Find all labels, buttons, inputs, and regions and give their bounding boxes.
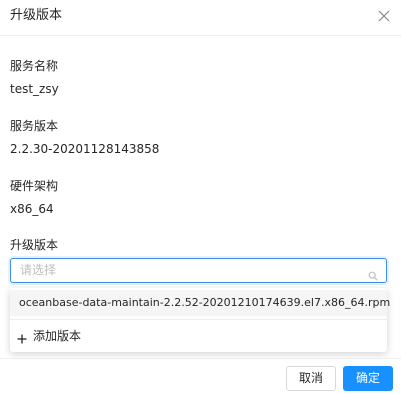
upgrade-version-dialog: 升级版本 服务名称 test_zsy 服务版本 2.2.30-202011281… [0,0,401,394]
upgrade-version-label: 升级版本 [10,238,59,252]
version-dropdown: oceanbase-data-maintain-2.2.52-202012101… [10,288,391,352]
plus-icon [17,329,27,344]
version-option[interactable]: oceanbase-data-maintain-2.2.52-202012101… [10,290,391,316]
service-name-value: test_zsy [10,82,59,96]
hardware-arch-label: 硬件架构 [10,179,59,193]
dropdown-divider [10,319,387,320]
hardware-arch-value: x86_64 [10,202,54,216]
add-version-label: 添加版本 [33,329,82,343]
upgrade-version-select[interactable]: 请选择 [10,258,387,283]
service-name-label: 服务名称 [10,59,59,73]
cancel-button[interactable]: 取消 [286,366,336,391]
select-placeholder: 请选择 [20,263,57,277]
dialog-title: 升级版本 [10,8,63,23]
dialog-footer [0,358,401,394]
ok-button[interactable]: 确定 [343,366,393,391]
search-icon [368,266,378,281]
service-version-label: 服务版本 [10,119,59,133]
service-version-value: 2.2.30-20201128143858 [10,142,160,156]
close-icon[interactable] [376,8,392,24]
version-option-label: oceanbase-data-maintain-2.2.52-202012101… [19,296,391,309]
add-version-button[interactable]: 添加版本 [10,324,387,348]
dialog-header: 升级版本 [0,0,401,36]
